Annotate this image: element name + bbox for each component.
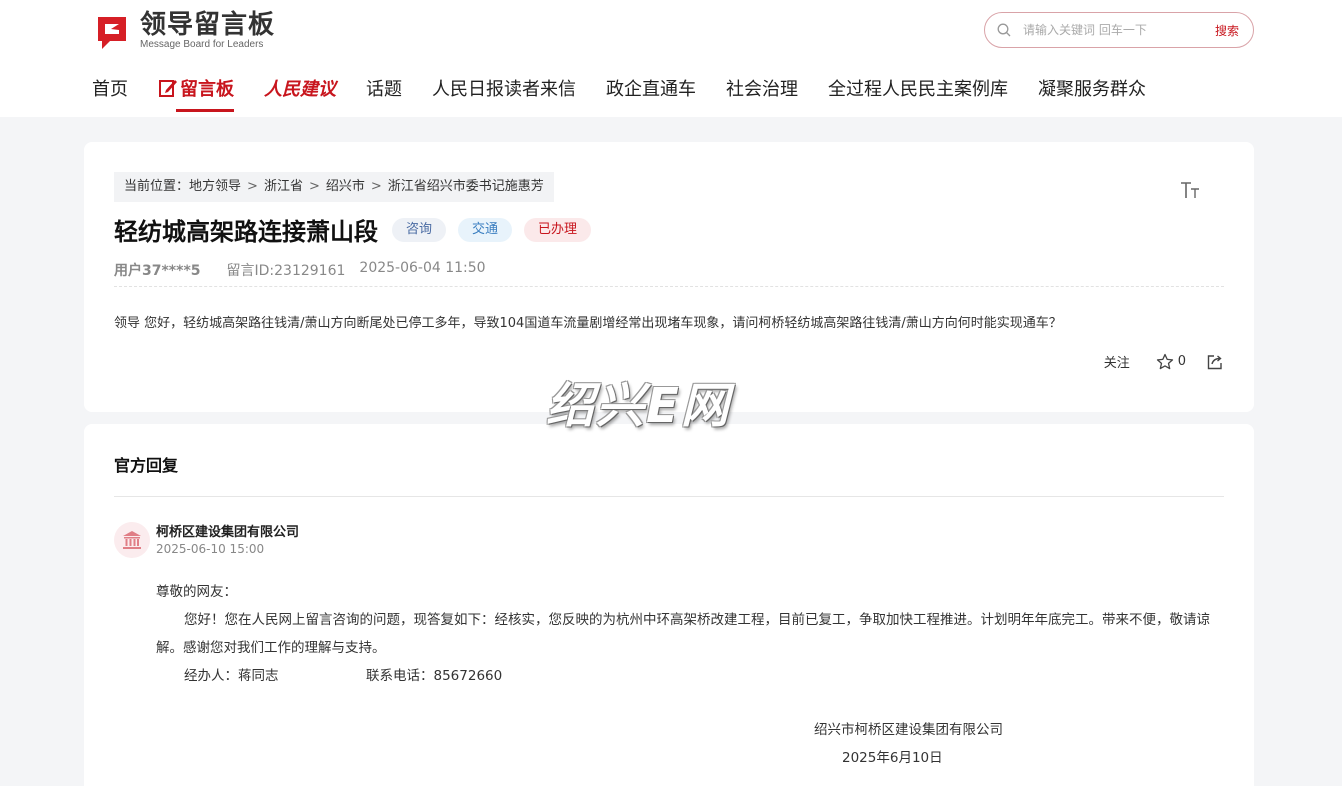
nav-item-message-board-label: 留言板 xyxy=(180,79,234,100)
breadcrumb-separator: > xyxy=(308,179,320,194)
logo-mark-icon xyxy=(92,11,132,51)
nav-item-people-suggestion[interactable]: 人民建议 xyxy=(264,72,336,112)
breadcrumb-prefix: 当前位置： xyxy=(124,179,190,194)
reply-heading: 官方回复 xyxy=(114,456,179,475)
message-actions: 关注 0 xyxy=(1104,352,1224,371)
search-box: 搜索 xyxy=(984,12,1254,48)
reply-handler: 经办人：蒋同志 xyxy=(184,668,279,684)
nav-item-social-governance[interactable]: 社会治理 xyxy=(726,72,798,112)
avatar xyxy=(114,522,150,558)
search-input[interactable] xyxy=(1023,23,1193,37)
breadcrumb-item[interactable]: 地方领导 xyxy=(189,172,241,202)
nav-item-home[interactable]: 首页 xyxy=(92,72,128,112)
reply-signature-org: 绍兴市柯桥区建设集团有限公司 xyxy=(814,722,1003,738)
divider xyxy=(114,286,1224,287)
reply-body: 尊敬的网友： 您好！您在人民网上留言咨询的问题，现答复如下：经核实，您反映的为杭… xyxy=(156,578,1226,690)
breadcrumb-item[interactable]: 浙江省 xyxy=(264,172,303,202)
user-name: 用户37****5 xyxy=(114,263,201,279)
tag-consult[interactable]: 咨询 xyxy=(392,217,447,242)
site-logo[interactable]: 领导留言板 Message Board for Leaders xyxy=(92,10,275,52)
message-title: 轻纺城高架路连接萧山段 xyxy=(114,218,378,246)
message-content: 领导 您好，轻纺城高架路往钱清/萧山方向断尾处已停工多年，导致104国道车流量剧… xyxy=(114,316,1062,331)
status-badge: 已办理 xyxy=(524,217,592,242)
site-header: 领导留言板 Message Board for Leaders 搜索 首页 留言… xyxy=(0,0,1342,117)
title-row: 轻纺城高架路连接萧山段 咨询 交通 已办理 xyxy=(114,212,592,247)
reply-paragraph: 您好！您在人民网上留言咨询的问题，现答复如下：经核实，您反映的为杭州中环高架桥改… xyxy=(156,612,1210,656)
font-size-icon[interactable] xyxy=(1178,178,1202,202)
share-icon[interactable] xyxy=(1206,353,1224,371)
message-id: 留言ID:23129161 xyxy=(226,263,346,279)
breadcrumb: 当前位置： 地方领导 > 浙江省 > 绍兴市 > 浙江省绍兴市委书记施惠芳 xyxy=(114,172,554,202)
logo-subtitle: Message Board for Leaders xyxy=(140,39,264,50)
site-watermark: 绍兴E网 xyxy=(546,378,731,434)
search-icon[interactable] xyxy=(997,23,1011,37)
breadcrumb-separator: > xyxy=(370,179,382,194)
reply-time: 2025-06-10 15:00 xyxy=(156,542,265,556)
reply-org-name: 柯桥区建设集团有限公司 xyxy=(156,525,300,540)
star-button[interactable]: 0 xyxy=(1156,353,1186,371)
breadcrumb-separator: > xyxy=(247,179,258,194)
message-datetime: 2025-06-04 11:50 xyxy=(359,260,486,276)
logo-title: 领导留言板 xyxy=(140,10,276,40)
tag-traffic[interactable]: 交通 xyxy=(458,217,513,242)
reply-phone: 联系电话：85672660 xyxy=(366,668,503,684)
follow-button[interactable]: 关注 xyxy=(1104,352,1130,371)
reply-signature-date: 2025年6月10日 xyxy=(842,750,943,766)
government-building-icon xyxy=(123,531,141,549)
main-nav: 首页 留言板 人民建议 话题 人民日报读者来信 政企直通车 社会治理 全过程人民… xyxy=(92,72,1176,112)
reply-greeting: 尊敬的网友： xyxy=(156,584,237,600)
search-button[interactable]: 搜索 xyxy=(1215,22,1239,39)
message-meta: 用户37****5 留言ID:23129161 2025-06-04 11:50 xyxy=(114,260,486,280)
nav-item-reader-letters[interactable]: 人民日报读者来信 xyxy=(432,72,576,112)
official-reply-card: 官方回复 柯桥区建设集团有限公司 2025-06-10 15:00 尊敬的网友：… xyxy=(84,424,1254,786)
star-icon xyxy=(1156,353,1173,369)
nav-item-serve-masses[interactable]: 凝聚服务群众 xyxy=(1038,72,1146,112)
edit-note-icon xyxy=(159,80,177,97)
breadcrumb-item[interactable]: 绍兴市 xyxy=(326,172,365,202)
nav-item-democracy-cases[interactable]: 全过程人民民主案例库 xyxy=(828,72,1008,112)
breadcrumb-item[interactable]: 浙江省绍兴市委书记施惠芳 xyxy=(388,172,544,202)
nav-item-government-enterprise[interactable]: 政企直通车 xyxy=(606,72,696,112)
star-count: 0 xyxy=(1177,354,1186,369)
divider xyxy=(114,496,1224,497)
nav-item-message-board[interactable]: 留言板 xyxy=(158,72,234,112)
reply-contact: 经办人：蒋同志 联系电话：85672660 xyxy=(156,662,1226,690)
nav-item-topics[interactable]: 话题 xyxy=(366,72,402,112)
